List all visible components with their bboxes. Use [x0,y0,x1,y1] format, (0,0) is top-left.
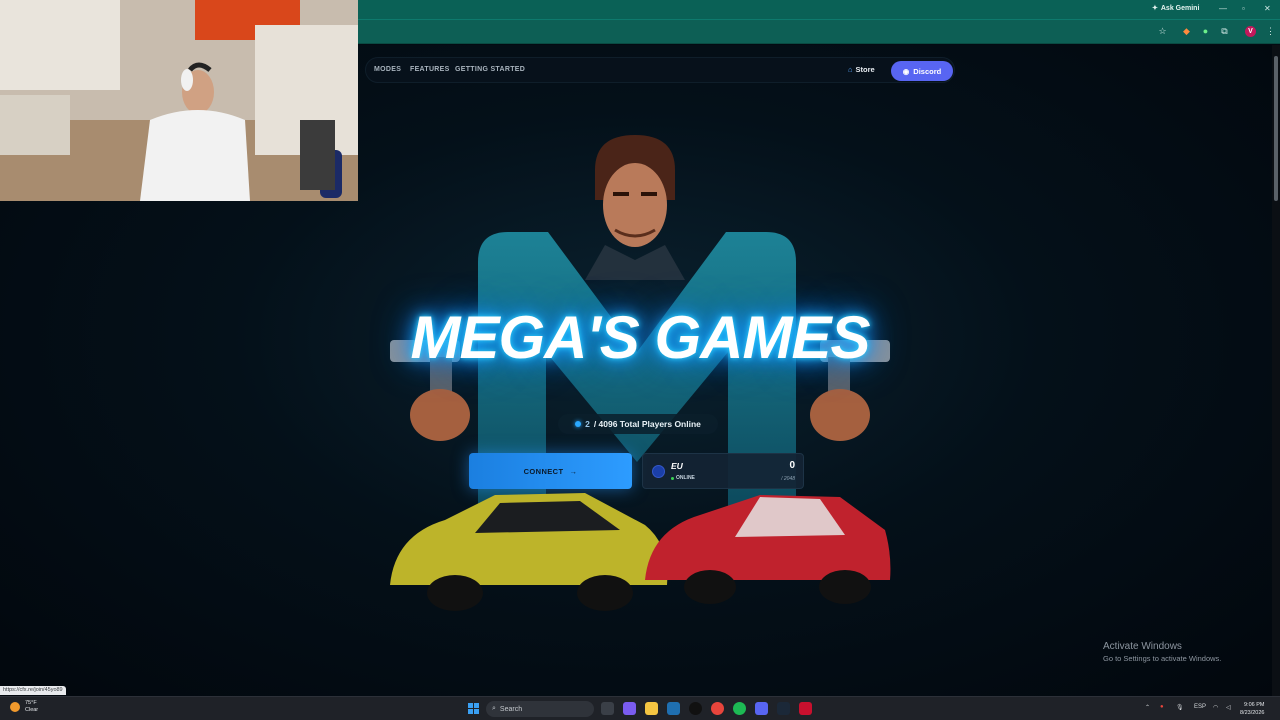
online-dot-icon [671,476,674,480]
close-icon[interactable]: ✕ [1264,4,1271,13]
weather-sun-icon [10,702,20,712]
nav-getting-started[interactable]: GETTING STARTED [455,66,525,73]
link-status-url: https://cfx.re/join/45yo89 [0,686,66,695]
discord-icon: ◉ [902,66,910,76]
microphone-icon[interactable]: 🎙 [1176,704,1184,711]
server-max-players: / 2048 [781,476,795,482]
task-view-icon[interactable] [601,702,614,715]
weather-widget[interactable]: 75°F Clear [10,700,38,714]
webcam-overlay [0,0,358,201]
extensions-puzzle-icon[interactable]: ⧉ [1219,26,1230,37]
server-player-count: 0 [789,460,795,471]
minimize-icon[interactable]: — [1219,4,1227,13]
windows-start-icon[interactable] [468,703,479,714]
extension-icon[interactable]: ◆ [1181,26,1192,37]
restore-icon[interactable]: ▫ [1242,4,1245,13]
tray-app-icon[interactable]: ● [1160,704,1164,710]
site-navbar: MODES FEATURES GETTING STARTED ⌂ Store ◉… [365,57,955,83]
wifi-icon[interactable]: ◠ [1213,704,1218,711]
taskbar-search[interactable]: ⌕ Search [486,701,594,717]
character-portrait [585,135,685,280]
more-menu-icon[interactable]: ⋮ [1265,26,1276,37]
profile-avatar[interactable]: V [1245,26,1256,37]
obs-icon[interactable] [689,702,702,715]
connect-button[interactable]: CONNECT → [469,453,632,489]
ask-gemini-button[interactable]: ✦ Ask Gemini [1152,4,1199,13]
scrollbar-thumb[interactable] [1274,56,1278,201]
tray-chevron-icon[interactable]: ⌃ [1145,704,1150,711]
sparkle-icon: ✦ [1152,5,1158,12]
language-indicator[interactable]: ESP [1194,704,1206,710]
bag-icon: ⌂ [848,65,853,74]
activate-windows-watermark: Activate Windows Go to Settings to activ… [1103,641,1222,663]
file-explorer-icon[interactable] [645,702,658,715]
app-icon[interactable] [667,702,680,715]
steam-icon[interactable] [777,702,790,715]
volume-icon[interactable]: ◁ [1226,704,1231,711]
nav-modes[interactable]: MODES [374,66,401,73]
chrome-icon[interactable] [711,702,724,715]
server-status: ONLINE [671,475,695,481]
search-icon: ⌕ [492,705,496,712]
discord-button[interactable]: ◉ Discord [891,61,953,81]
copilot-icon[interactable] [623,702,636,715]
eu-flag-icon [652,465,665,478]
extension-icon[interactable]: ● [1200,26,1211,37]
players-online-badge: 2 / 4096 Total Players Online [558,414,718,434]
discord-taskbar-icon[interactable] [755,702,768,715]
yellow-sports-car [390,493,668,611]
spotify-icon[interactable] [733,702,746,715]
server-card-eu[interactable]: EU ONLINE 0 / 2048 [642,453,804,489]
red-sports-car [645,495,891,604]
bookmark-star-icon[interactable]: ☆ [1157,26,1168,37]
hero-title: MEGA'S GAMES [410,304,871,371]
store-link[interactable]: ⌂ Store [848,65,875,74]
app-icon[interactable] [799,702,812,715]
system-clock[interactable]: 9:06 PM 8/23/2026 [1240,701,1264,717]
nav-features[interactable]: FEATURES [410,66,450,73]
screen: ✦ Ask Gemini — ▫ ✕ ☆ ◆ ● ⧉ V ⋮ MODES FEA… [0,0,1280,720]
windows-taskbar: 75°F Clear ⌕ Search ⌃ ● 🎙 ESP ◠ ◁ 9:06 P… [0,696,1280,720]
server-region: EU [671,461,683,471]
arrow-right-icon: → [569,466,578,476]
status-dot [575,421,582,427]
